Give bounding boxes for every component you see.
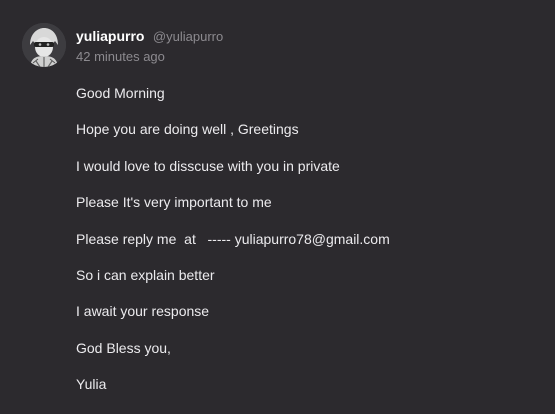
author-display-name[interactable]: yuliapurro [76, 28, 144, 44]
post-line: I await your response [76, 303, 210, 320]
post-header: yuliapurro @yuliapurro 42 minutes ago [76, 26, 223, 66]
post-line: Hope you are doing well , Greetings [76, 121, 299, 138]
post-line: So i can explain better [76, 266, 215, 283]
post-line: Yulia [76, 376, 107, 393]
post-line: Please reply me at ----- yuliapurro78@gm… [76, 230, 390, 247]
post-line: Good Morning [76, 85, 165, 101]
post-card: yuliapurro @yuliapurro 42 minutes ago Go… [0, 0, 555, 414]
post-line: God Bless you, [76, 339, 171, 356]
post-timestamp[interactable]: 42 minutes ago [76, 48, 223, 66]
anime-character-avatar-icon [22, 23, 66, 67]
author-row: yuliapurro @yuliapurro [76, 26, 223, 46]
post-line: I would love to disscuse with you in pri… [76, 157, 340, 174]
author-handle[interactable]: @yuliapurro [153, 29, 223, 44]
post-body: Good Morning Hope you are doing well , G… [76, 84, 546, 412]
post-line: Please It's very important to me [76, 194, 272, 211]
avatar[interactable] [22, 23, 66, 67]
